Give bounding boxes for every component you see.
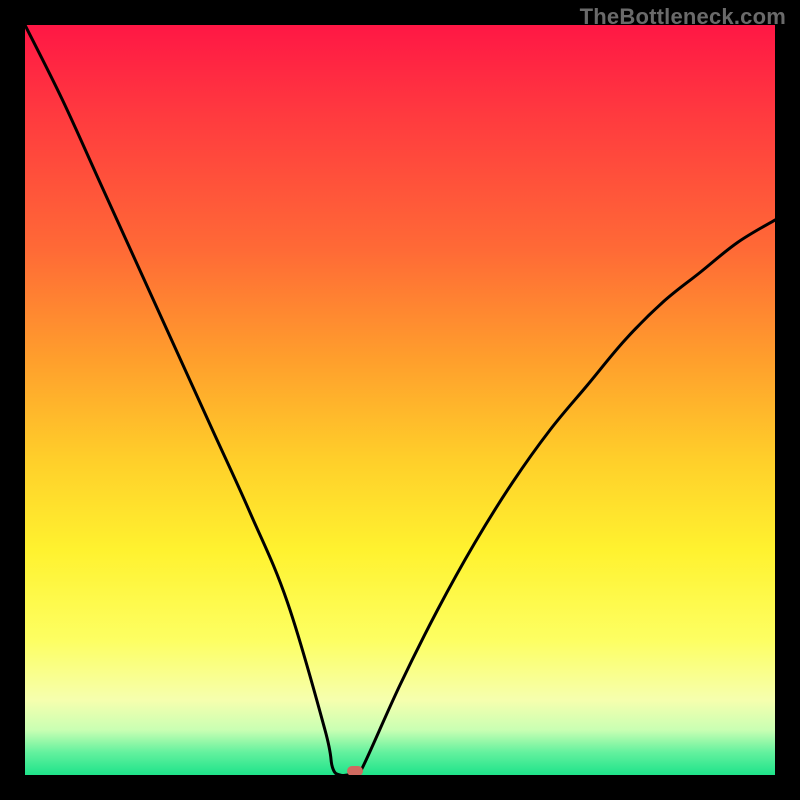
- chart-frame: TheBottleneck.com: [0, 0, 800, 800]
- bottleneck-curve: [25, 25, 775, 775]
- optimum-marker: [347, 766, 363, 775]
- plot-area: [25, 25, 775, 775]
